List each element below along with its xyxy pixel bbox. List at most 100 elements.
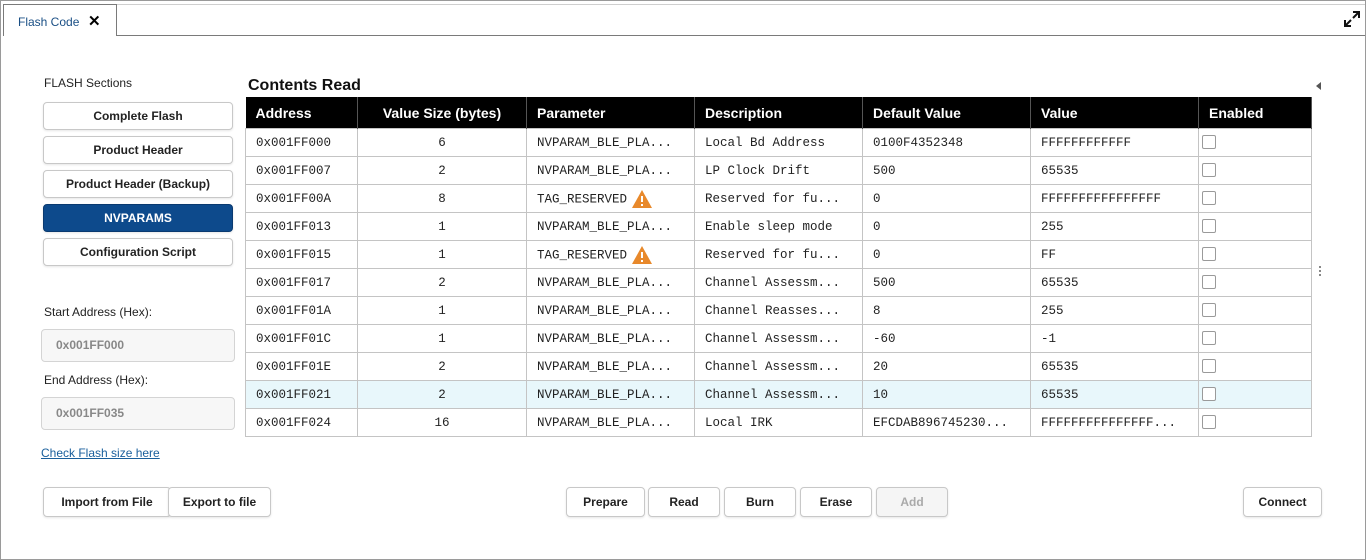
cell-description-text: Channel Assessm... [705, 331, 841, 346]
cell-value[interactable]: 65535 [1030, 352, 1199, 381]
table-row[interactable]: 0x001FF013 1 NVPARAM_BLE_PLA... Enable slee… [245, 212, 1312, 241]
end-address-input[interactable]: 0x001FF035 [41, 397, 235, 430]
section-complete-flash-button[interactable]: Complete Flash [43, 102, 233, 130]
cell-description-text: Channel Assessm... [705, 387, 841, 402]
enabled-checkbox[interactable] [1202, 219, 1216, 234]
cell-value[interactable]: FF [1030, 240, 1199, 269]
table-row[interactable]: 0x001FF007 2 NVPARAM_BLE_PLA... LP Clock Dr… [245, 156, 1312, 185]
cell-description-text: Channel Assessm... [705, 275, 841, 290]
expand-icon[interactable] [1343, 10, 1361, 28]
cell-parameter: NVPARAM_BLE_PLA... [526, 352, 695, 381]
prepare-button[interactable]: Prepare [566, 487, 645, 517]
enabled-checkbox[interactable] [1202, 331, 1216, 346]
column-header-enabled[interactable]: Enabled [1198, 97, 1312, 129]
start-address-input[interactable]: 0x001FF000 [41, 329, 235, 362]
enabled-checkbox[interactable] [1202, 135, 1216, 150]
enabled-checkbox[interactable] [1202, 303, 1216, 318]
enabled-checkbox[interactable] [1202, 163, 1216, 178]
contents-table: Address Value Size (bytes) Parameter Des… [245, 97, 1312, 437]
cell-description-text: LP Clock Drift [705, 163, 811, 178]
cell-description: Channel Assessm... [694, 380, 863, 409]
collapse-arrow-icon[interactable] [1316, 82, 1321, 90]
cell-value-size-text: 1 [438, 331, 446, 346]
cell-default-value-text: EFCDAB896745230... [873, 415, 1009, 430]
cell-parameter-text: NVPARAM_BLE_PLA... [537, 303, 673, 318]
column-header-parameter[interactable]: Parameter [526, 97, 695, 129]
table-row[interactable]: 0x001FF021 2 NVPARAM_BLE_PLA... Channel Ass… [245, 380, 1312, 409]
read-button[interactable]: Read [648, 487, 720, 517]
table-row[interactable]: 0x001FF01E 2 NVPARAM_BLE_PLA... Channel Ass… [245, 352, 1312, 381]
cell-value[interactable]: FFFFFFFFFFFF [1030, 128, 1199, 157]
resize-handle-icon[interactable] [1319, 266, 1322, 278]
table-row[interactable]: 0x001FF000 6 NVPARAM_BLE_PLA... Local Bd Ad… [245, 128, 1312, 157]
cell-value[interactable]: 65535 [1030, 380, 1199, 409]
cell-value-size-text: 1 [438, 247, 446, 262]
cell-description-text: Reserved for fu... [705, 191, 841, 206]
table-row[interactable]: 0x001FF024 16 NVPARAM_BLE_PLA... Local IRK E… [245, 408, 1312, 437]
cell-address: 0x001FF01C [245, 324, 358, 353]
tab-flash-code[interactable]: Flash Code ✕ [3, 4, 117, 36]
close-icon[interactable]: ✕ [88, 12, 101, 30]
cell-value-size-text: 1 [438, 219, 446, 234]
cell-value[interactable]: 65535 [1030, 268, 1199, 297]
cell-value[interactable]: 255 [1030, 212, 1199, 241]
cell-value-size: 1 [357, 240, 527, 269]
enabled-checkbox[interactable] [1202, 415, 1216, 430]
enabled-checkbox[interactable] [1202, 359, 1216, 374]
cell-enabled [1198, 296, 1312, 325]
cell-value-text: FFFFFFFFFFFFFFF... [1041, 415, 1177, 430]
cell-parameter-text: NVPARAM_BLE_PLA... [537, 275, 673, 290]
connect-button[interactable]: Connect [1243, 487, 1322, 517]
table-row[interactable]: 0x001FF015 1 TAG_RESERVED Reserved for fu..… [245, 240, 1312, 269]
cell-address-text: 0x001FF01A [256, 303, 332, 318]
enabled-checkbox[interactable] [1202, 247, 1216, 262]
cell-description: LP Clock Drift [694, 156, 863, 185]
column-header-description[interactable]: Description [694, 97, 863, 129]
cell-value-size: 1 [357, 324, 527, 353]
section-nvparams-button[interactable]: NVPARAMS [43, 204, 233, 232]
table-row[interactable]: 0x001FF01C 1 NVPARAM_BLE_PLA... Channel Ass… [245, 324, 1312, 353]
cell-value-text: 65535 [1041, 275, 1079, 290]
cell-value-text: FFFFFFFFFFFFFFFF [1041, 191, 1162, 206]
cell-default-value: 10 [862, 380, 1031, 409]
cell-address: 0x001FF01A [245, 296, 358, 325]
column-header-value-size[interactable]: Value Size (bytes) [357, 97, 527, 129]
import-from-file-button[interactable]: Import from File [43, 487, 171, 517]
cell-default-value: -60 [862, 324, 1031, 353]
export-to-file-button[interactable]: Export to file [168, 487, 271, 517]
column-header-default-value[interactable]: Default Value [862, 97, 1031, 129]
warning-icon [632, 245, 653, 264]
section-configuration-script-button[interactable]: Configuration Script [43, 238, 233, 266]
cell-parameter-text: NVPARAM_BLE_PLA... [537, 415, 673, 430]
erase-button[interactable]: Erase [800, 487, 872, 517]
column-header-value[interactable]: Value [1030, 97, 1199, 129]
cell-address-text: 0x001FF015 [256, 247, 332, 262]
cell-value[interactable]: FFFFFFFFFFFFFFFF [1030, 184, 1199, 213]
cell-parameter: NVPARAM_BLE_PLA... [526, 212, 695, 241]
add-button[interactable]: Add [876, 487, 948, 517]
cell-address-text: 0x001FF017 [256, 275, 332, 290]
section-product-header-button[interactable]: Product Header [43, 136, 233, 164]
cell-value[interactable]: FFFFFFFFFFFFFFF... [1030, 408, 1199, 437]
cell-enabled [1198, 212, 1312, 241]
cell-parameter-text: TAG_RESERVED [537, 247, 628, 262]
cell-address-text: 0x001FF01E [256, 359, 332, 374]
cell-value[interactable]: -1 [1030, 324, 1199, 353]
cell-value[interactable]: 255 [1030, 296, 1199, 325]
table-row[interactable]: 0x001FF01A 1 NVPARAM_BLE_PLA... Channel Rea… [245, 296, 1312, 325]
cell-default-value-text: 0 [873, 219, 881, 234]
enabled-checkbox[interactable] [1202, 191, 1216, 206]
enabled-checkbox[interactable] [1202, 387, 1216, 402]
enabled-checkbox[interactable] [1202, 275, 1216, 290]
column-header-address[interactable]: Address [245, 97, 358, 129]
cell-value[interactable]: 65535 [1030, 156, 1199, 185]
table-row[interactable]: 0x001FF017 2 NVPARAM_BLE_PLA... Channel Ass… [245, 268, 1312, 297]
check-flash-size-link[interactable]: Check Flash size here [41, 446, 160, 460]
cell-address-text: 0x001FF000 [256, 135, 332, 150]
cell-value-size: 2 [357, 380, 527, 409]
cell-default-value-text: 0 [873, 247, 881, 262]
cell-value-size: 2 [357, 156, 527, 185]
burn-button[interactable]: Burn [724, 487, 796, 517]
section-product-header-backup-button[interactable]: Product Header (Backup) [43, 170, 233, 198]
table-row[interactable]: 0x001FF00A 8 TAG_RESERVED Reserved for fu..… [245, 184, 1312, 213]
